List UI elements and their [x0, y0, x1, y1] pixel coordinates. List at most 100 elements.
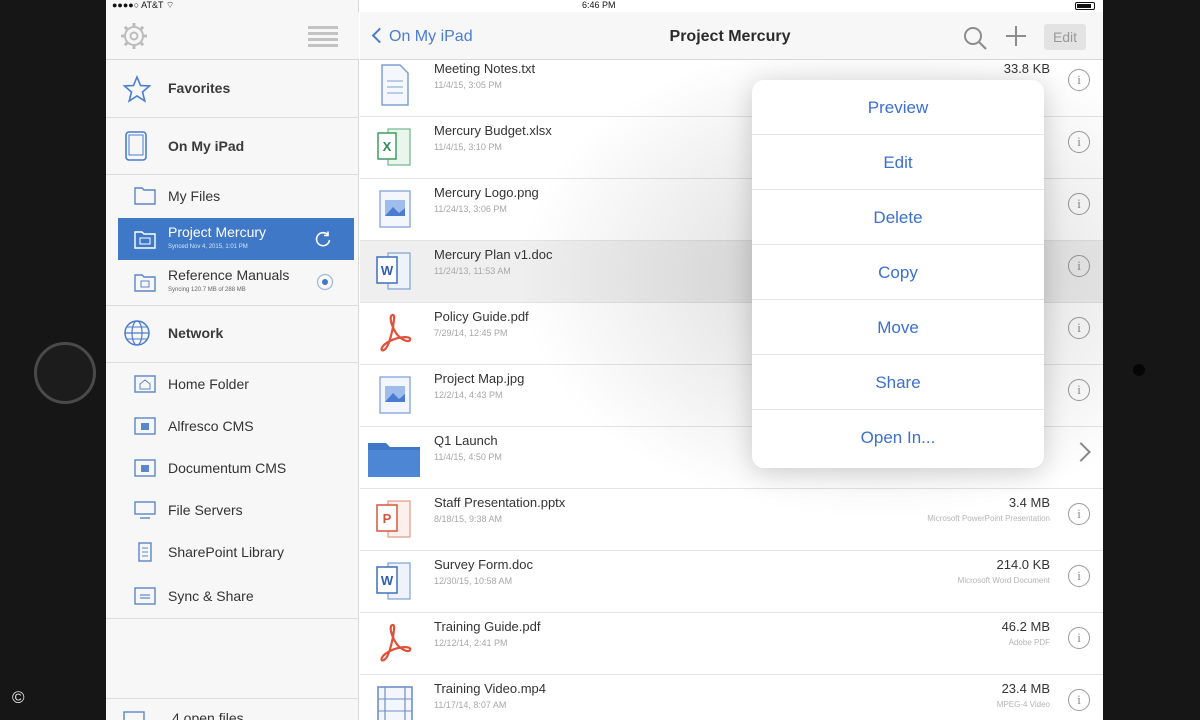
sidebar-item-documentum-cms[interactable]: Documentum CMS — [106, 447, 359, 489]
copy-menu-item[interactable]: Copy — [752, 245, 1044, 300]
file-actions-popover: Preview Edit Delete Copy Move Share Open… — [752, 80, 1044, 468]
file-date: 7/29/14, 12:45 PM — [434, 328, 508, 338]
sync-progress-icon[interactable] — [316, 273, 334, 291]
folder-name: Q1 Launch — [434, 433, 498, 448]
info-icon[interactable]: i — [1068, 69, 1090, 91]
sidebar-item-home-folder[interactable]: Home Folder — [106, 363, 359, 405]
file-type: Microsoft Word Document — [957, 576, 1050, 585]
video-file-icon — [377, 686, 413, 720]
sidebar-item-reference-manuals[interactable]: Reference Manuals Syncing 120.7 MB of 28… — [106, 261, 359, 303]
sidebar-item-label: Project Mercury — [168, 224, 267, 240]
file-date: 12/12/14, 2:41 PM — [434, 638, 508, 648]
sidebar-item-project-mercury[interactable]: Project Mercury Synced Nov 4, 2015, 1:01… — [118, 218, 354, 260]
svg-text:W: W — [381, 573, 394, 588]
sync-folder-icon — [134, 587, 156, 605]
info-icon[interactable]: i — [1068, 193, 1090, 215]
file-size: 46.2 MB — [1001, 619, 1050, 634]
file-date: 8/18/15, 9:38 AM — [434, 514, 503, 524]
sidebar-item-my-files[interactable]: My Files — [106, 175, 359, 217]
file-size: 3.4 MB — [1008, 495, 1050, 510]
globe-icon — [124, 320, 150, 346]
file-row[interactable]: P Staff Presentation.pptx 8/18/15, 9:38 … — [360, 489, 1103, 551]
move-menu-item[interactable]: Move — [752, 300, 1044, 355]
file-name: Staff Presentation.pptx — [434, 495, 566, 510]
info-icon[interactable]: i — [1068, 255, 1090, 277]
sidebar-item-alfresco-cms[interactable]: Alfresco CMS — [106, 405, 359, 447]
open-files-label: 4 open files — [172, 710, 244, 720]
search-icon[interactable] — [962, 25, 988, 51]
sidebar-item-sync-share[interactable]: Sync & Share — [106, 575, 359, 617]
sidebar-favorites[interactable]: Favorites — [106, 61, 359, 116]
file-row[interactable]: Training Guide.pdf 12/12/14, 2:41 PM 46.… — [360, 613, 1103, 675]
edit-menu-item[interactable]: Edit — [752, 135, 1044, 190]
sidebar-item-label: My Files — [168, 188, 221, 204]
sidebar-toolbar — [106, 12, 359, 60]
open-in-menu-item[interactable]: Open In... — [752, 410, 1044, 465]
file-date: 11/4/15, 3:10 PM — [434, 142, 502, 152]
file-type: Adobe PDF — [1008, 638, 1050, 647]
sidebar-item-label: SharePoint Library — [168, 544, 284, 560]
sidebar-item-sharepoint-library[interactable]: SharePoint Library — [106, 531, 359, 573]
status-bar: ●●●●○ AT&T ⌔ 6:46 PM — [106, 0, 1103, 12]
svg-text:X: X — [383, 139, 392, 154]
file-date: 12/2/14, 4:43 PM — [434, 390, 503, 400]
home-button[interactable] — [34, 342, 96, 404]
folder-date: 11/4/15, 4:50 PM — [434, 452, 502, 462]
home-folder-icon — [134, 375, 156, 393]
file-name: Policy Guide.pdf — [434, 309, 529, 324]
file-type: Microsoft PowerPoint Presentation — [927, 514, 1050, 523]
share-menu-item[interactable]: Share — [752, 355, 1044, 410]
excel-file-icon: X — [377, 128, 411, 166]
chevron-right-icon[interactable] — [1071, 442, 1091, 462]
info-icon[interactable]: i — [1068, 379, 1090, 401]
chevron-left-icon — [371, 27, 388, 44]
file-name: Mercury Logo.png — [434, 185, 539, 200]
sidebar-network[interactable]: Network — [106, 306, 359, 361]
info-icon[interactable]: i — [1068, 317, 1090, 339]
gear-icon[interactable] — [120, 22, 148, 50]
pdf-file-icon — [380, 313, 412, 352]
file-size: 214.0 KB — [996, 557, 1051, 572]
sidebar-item-file-servers[interactable]: File Servers — [106, 489, 359, 531]
file-name: Project Map.jpg — [434, 371, 525, 386]
file-row[interactable]: W Survey Form.doc 12/30/15, 10:58 AM 214… — [360, 551, 1103, 613]
preview-menu-item[interactable]: Preview — [752, 80, 1044, 135]
info-icon[interactable]: i — [1068, 689, 1090, 711]
edit-button[interactable]: Edit — [1044, 24, 1086, 50]
carrier-label: ●●●●○ AT&T ⌔ — [112, 0, 175, 10]
info-icon[interactable]: i — [1068, 565, 1090, 587]
delete-menu-item[interactable]: Delete — [752, 190, 1044, 245]
file-date: 11/24/13, 11:53 AM — [434, 266, 511, 276]
refresh-icon[interactable] — [314, 230, 332, 248]
sidebar-item-label: Reference Manuals — [168, 267, 290, 283]
file-type: MPEG-4 Video — [996, 700, 1050, 709]
sidebar-item-label: Sync & Share — [168, 588, 254, 604]
image-file-icon — [379, 190, 411, 228]
file-size: 23.4 MB — [1001, 681, 1050, 696]
info-icon[interactable]: i — [1068, 503, 1090, 525]
file-date: 11/17/14, 8:07 AM — [434, 700, 507, 710]
file-name: Training Guide.pdf — [434, 619, 541, 634]
file-name: Survey Form.doc — [434, 557, 533, 572]
back-label: On My iPad — [389, 28, 473, 45]
star-icon — [122, 74, 152, 103]
file-row[interactable]: Training Video.mp4 11/17/14, 8:07 AM 23.… — [360, 675, 1103, 720]
add-icon[interactable] — [1005, 25, 1027, 47]
sidebar-item-label: Home Folder — [168, 376, 249, 392]
file-name: Meeting Notes.txt — [434, 61, 536, 76]
open-files-footer[interactable]: 4 open files — [106, 700, 359, 720]
list-view-icon[interactable] — [308, 26, 338, 48]
word-file-icon: W — [376, 562, 411, 600]
tablet-icon — [125, 131, 147, 161]
library-icon — [138, 542, 152, 562]
file-name: Mercury Plan v1.doc — [434, 247, 553, 262]
back-button[interactable]: On My iPad — [371, 27, 473, 46]
info-icon[interactable]: i — [1068, 627, 1090, 649]
sidebar-item-label: Documentum CMS — [168, 460, 287, 476]
navigation-bar: On My iPad Project Mercury Edit — [360, 12, 1103, 60]
info-icon[interactable]: i — [1068, 131, 1090, 153]
folder-icon — [134, 187, 156, 205]
file-name: Training Video.mp4 — [434, 681, 547, 696]
sidebar-on-my-ipad[interactable]: On My iPad — [106, 118, 359, 173]
divider — [106, 618, 359, 619]
